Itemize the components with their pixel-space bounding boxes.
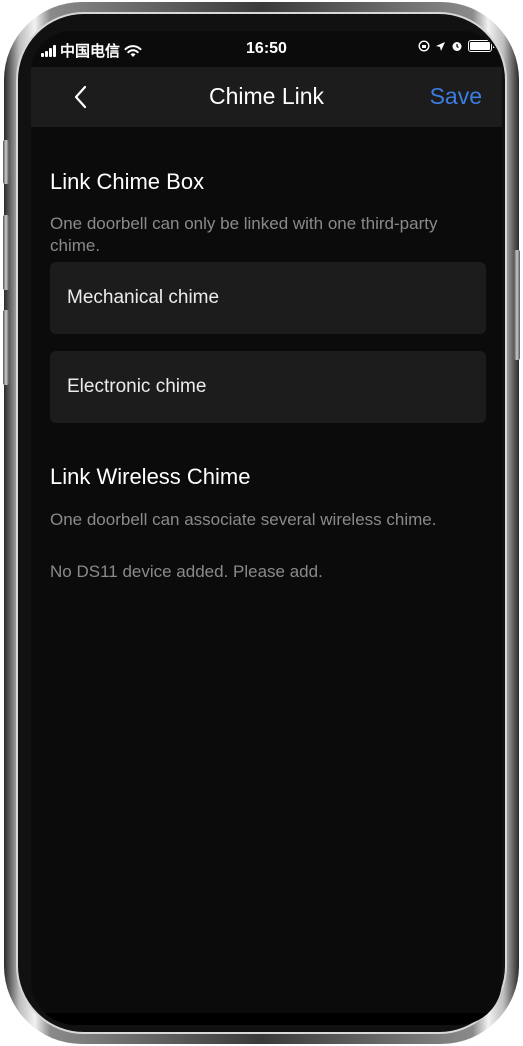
alarm-icon (452, 42, 462, 51)
save-button[interactable]: Save (430, 83, 482, 110)
phone-screen: 中国电信 16:50 Chime Link Save Link Chime Bo… (31, 31, 502, 1025)
nav-bar: Chime Link Save (31, 67, 502, 127)
mechanical-chime-option[interactable]: Mechanical chime (50, 262, 486, 334)
mechanical-chime-label: Mechanical chime (67, 287, 220, 308)
wireless-chime-description: One doorbell can associate several wirel… (50, 510, 437, 529)
location-icon (436, 41, 445, 51)
mute-switch (3, 140, 9, 184)
volume-down-button (3, 310, 9, 385)
chime-box-section-title: Link Chime Box (50, 169, 205, 194)
chime-box-description: One doorbell can only be linked with one… (50, 214, 438, 255)
status-right (418, 40, 495, 52)
battery-icon (468, 40, 495, 52)
electronic-chime-label: Electronic chime (67, 376, 207, 397)
status-bar: 中国电信 16:50 (31, 31, 502, 67)
screen-bottom-edge (31, 1013, 502, 1025)
volume-up-button (3, 215, 9, 290)
electronic-chime-option[interactable]: Electronic chime (50, 351, 486, 423)
lock-rotation-icon (418, 40, 430, 52)
power-button (514, 250, 520, 360)
wireless-chime-empty-message: No DS11 device added. Please add. (50, 562, 323, 581)
wireless-chime-section-title: Link Wireless Chime (50, 464, 251, 489)
